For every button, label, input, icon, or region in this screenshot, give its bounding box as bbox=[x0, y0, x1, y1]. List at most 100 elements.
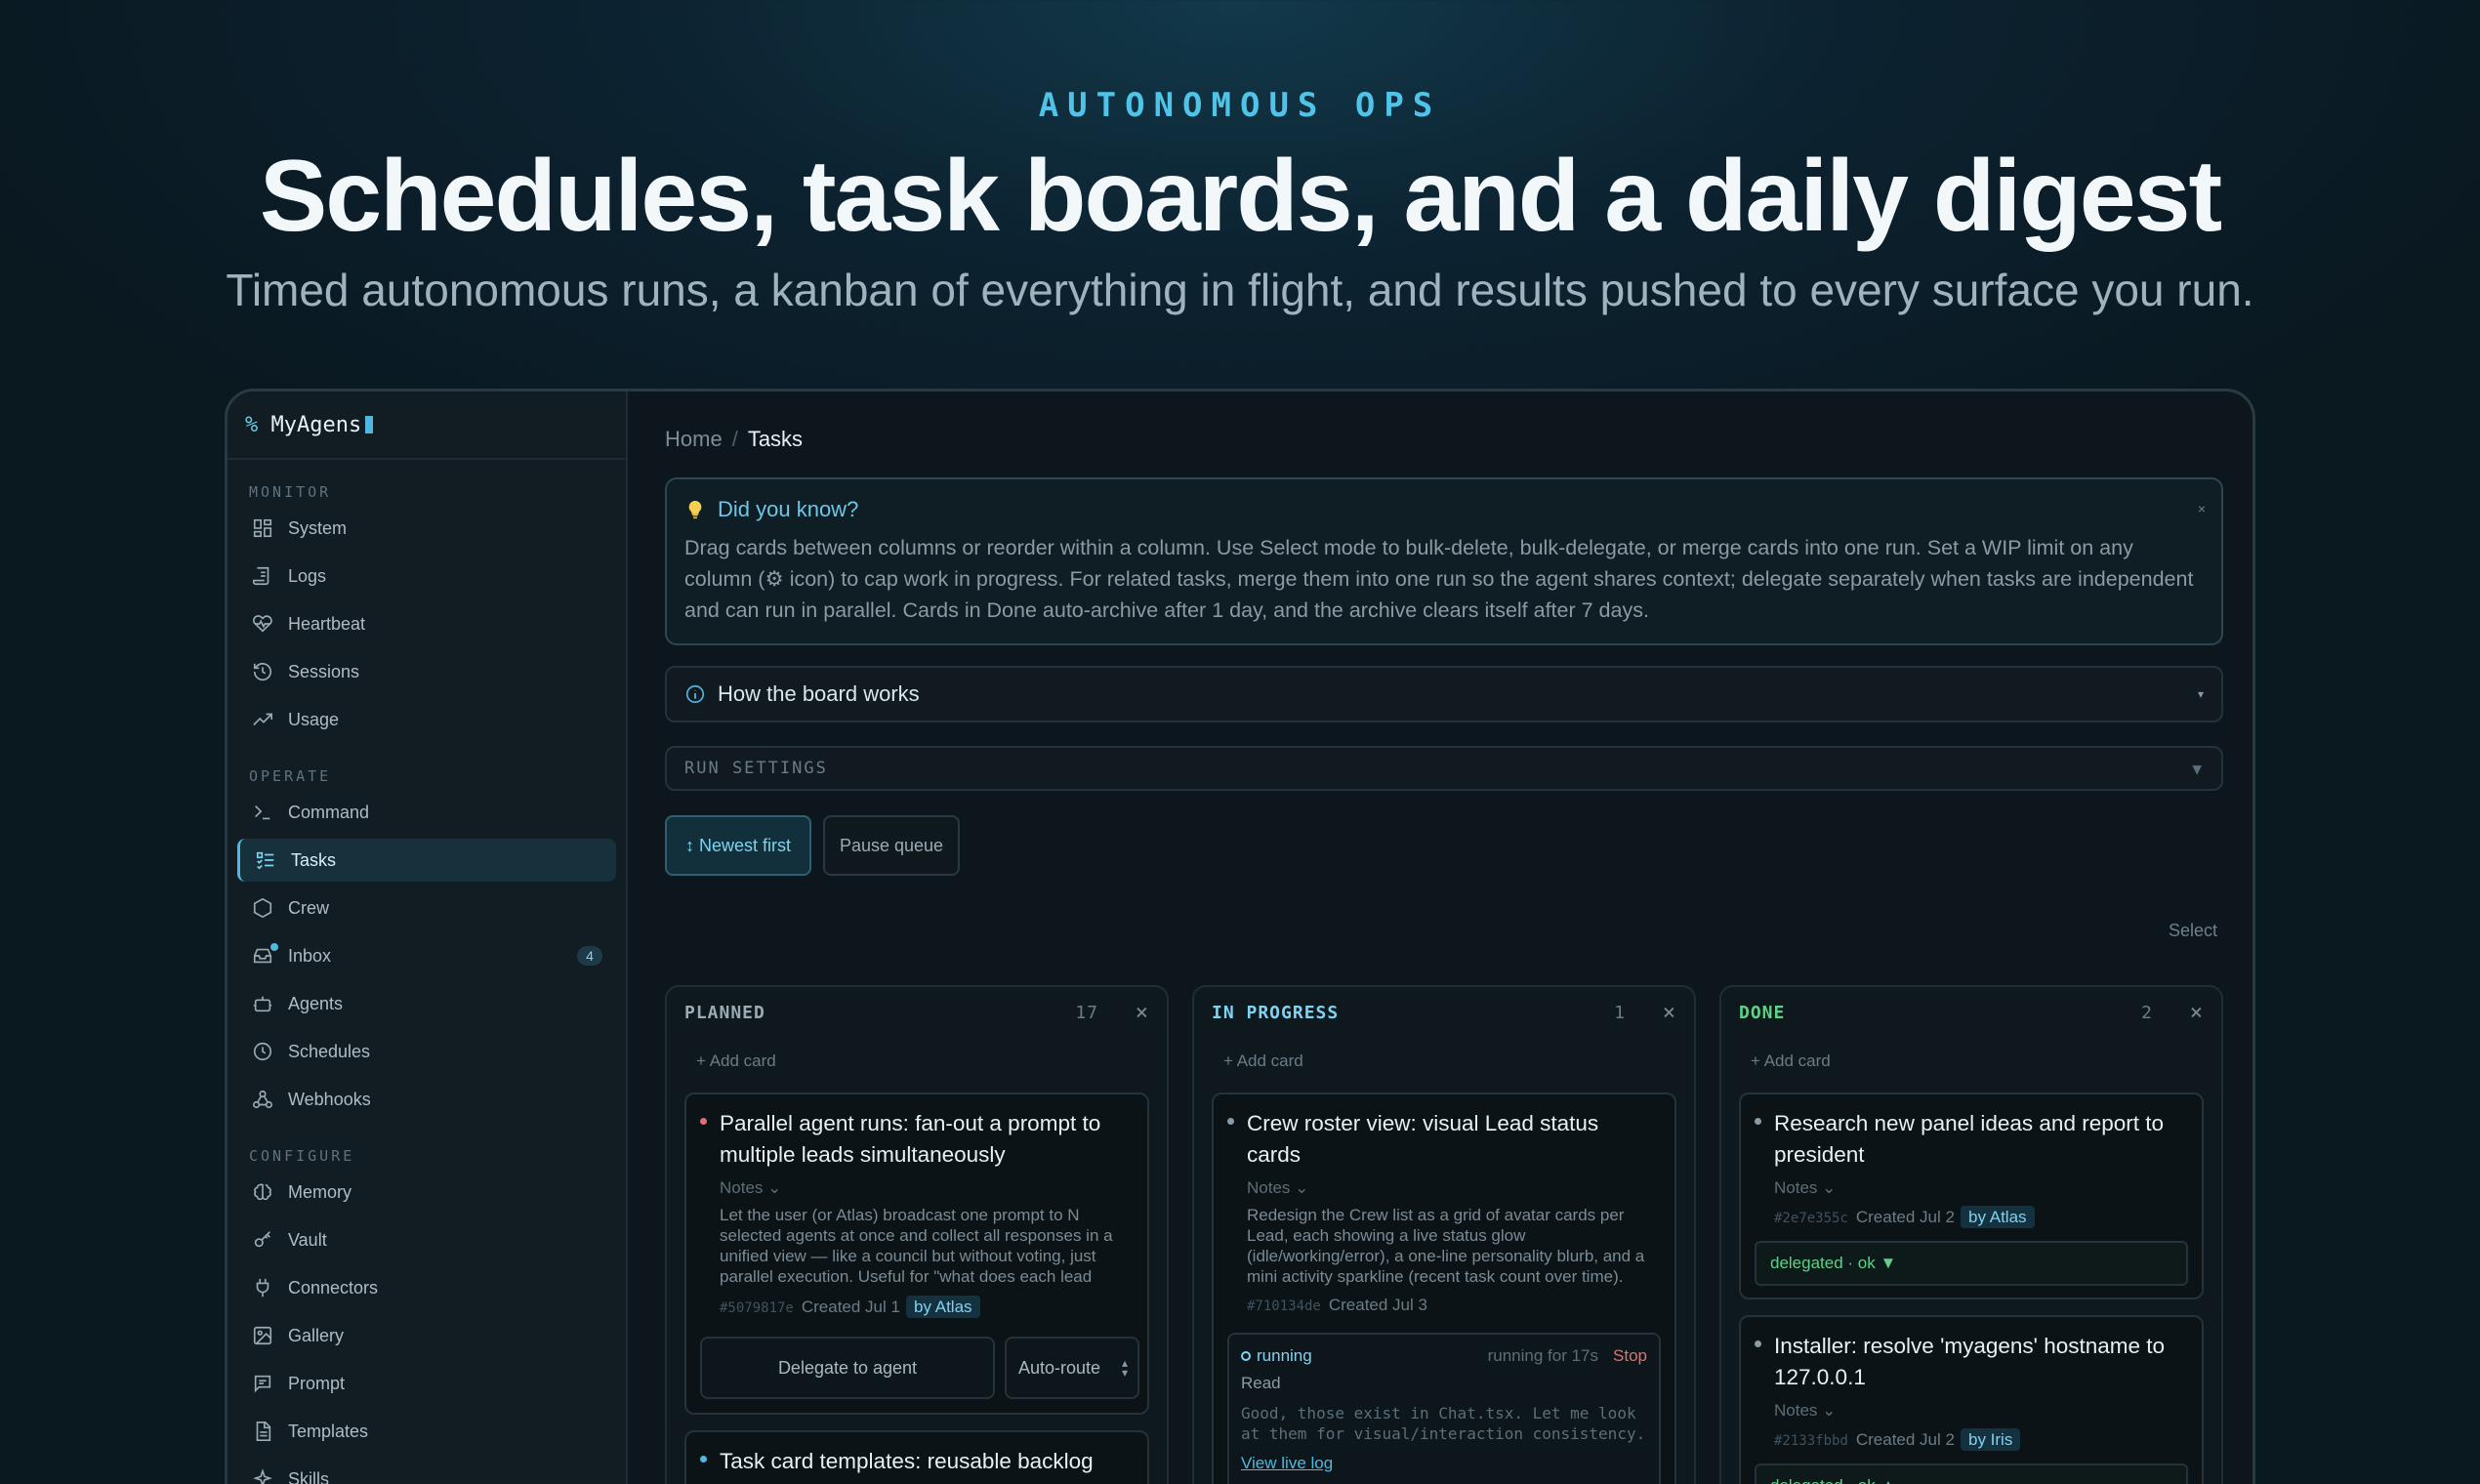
sidebar-item-heartbeat[interactable]: Heartbeat bbox=[237, 602, 616, 645]
view-live-log-link[interactable]: View live log bbox=[1241, 1454, 1647, 1473]
sidebar-item-templates[interactable]: Templates bbox=[237, 1410, 616, 1453]
select-arrows-icon: ▴ ▾ bbox=[1121, 1356, 1128, 1380]
sidebar-item-gallery[interactable]: Gallery bbox=[237, 1314, 616, 1357]
brand-name: MyAgens bbox=[270, 413, 362, 437]
run-timer: running for 17s bbox=[1487, 1346, 1598, 1365]
add-card-button[interactable]: + Add card bbox=[696, 1051, 776, 1071]
sidebar-item-vault[interactable]: Vault bbox=[237, 1218, 616, 1261]
close-icon[interactable]: × bbox=[2190, 1001, 2204, 1025]
sidebar-item-usage[interactable]: Usage bbox=[237, 698, 616, 741]
breadcrumb-home[interactable]: Home bbox=[665, 427, 723, 451]
sidebar-item-tasks[interactable]: Tasks bbox=[237, 839, 616, 882]
card-title: Parallel agent runs: fan-out a prompt to… bbox=[720, 1111, 1101, 1167]
stop-button[interactable]: Stop bbox=[1613, 1346, 1647, 1366]
priority-dot bbox=[700, 1456, 707, 1463]
task-card[interactable]: Crew roster view: visual Lead status car… bbox=[1212, 1092, 1676, 1484]
priority-dot bbox=[700, 1118, 707, 1125]
select-mode-button[interactable]: Select bbox=[2169, 921, 2217, 941]
add-card-button[interactable]: + Add card bbox=[1751, 1051, 1831, 1071]
sidebar-item-webhooks[interactable]: Webhooks bbox=[237, 1078, 616, 1121]
sort-newest-button[interactable]: ↕ Newest first bbox=[665, 815, 811, 876]
webhook-icon bbox=[251, 1088, 274, 1111]
status-dot bbox=[1755, 1118, 1761, 1125]
card-id: #5079817e bbox=[720, 1300, 794, 1316]
delegated-status-pill[interactable]: delegated · ok ▼ bbox=[1755, 1241, 2188, 1286]
sidebar-item-label: Usage bbox=[288, 709, 340, 729]
cursor-mark bbox=[365, 416, 374, 433]
sidebar-item-memory[interactable]: Memory bbox=[237, 1171, 616, 1214]
sidebar-item-sessions[interactable]: Sessions bbox=[237, 650, 616, 693]
task-card[interactable]: Installer: resolve 'myagens' hostname to… bbox=[1739, 1315, 2204, 1484]
sidebar-item-schedules[interactable]: Schedules bbox=[237, 1030, 616, 1073]
sidebar-item-label: Crew bbox=[288, 897, 330, 918]
card-description: Redesign the Crew list as a grid of avat… bbox=[1247, 1206, 1645, 1286]
sidebar-item-label: Templates bbox=[288, 1421, 369, 1441]
task-card[interactable]: Parallel agent runs: fan-out a prompt to… bbox=[684, 1092, 1149, 1415]
card-created: Created Jul 2 bbox=[1855, 1430, 1955, 1449]
task-card[interactable]: Research new panel ideas and report to p… bbox=[1739, 1092, 2204, 1299]
sidebar-item-skills[interactable]: Skills bbox=[237, 1458, 616, 1484]
author-tag: by Iris bbox=[1960, 1428, 2021, 1451]
route-select[interactable]: Auto-route ▴ ▾ bbox=[1005, 1337, 1139, 1399]
main-panel: Home / Tasks Did you know? Drag cards betw… bbox=[628, 392, 2253, 1484]
close-icon[interactable]: × bbox=[1663, 1001, 1676, 1025]
chevron-down-icon: ▾ bbox=[2197, 687, 2204, 701]
hero-subhead: Timed autonomous runs, a kanban of every… bbox=[226, 265, 2254, 315]
author-tag: by Atlas bbox=[1960, 1206, 2035, 1228]
author-tag: by Atlas bbox=[905, 1296, 980, 1318]
history-icon bbox=[251, 660, 274, 683]
run-log-text: Good, those exist in Chat.tsx. Let me lo… bbox=[1241, 1404, 1646, 1443]
sidebar-item-connectors[interactable]: Connectors bbox=[237, 1266, 616, 1309]
sidebar-item-inbox[interactable]: Inbox 4 bbox=[237, 934, 616, 977]
chevron-down-icon: ▼ bbox=[2192, 759, 2204, 778]
run-status-box: running running for 17s Stop Read Good, … bbox=[1227, 1333, 1661, 1484]
notes-toggle[interactable]: Notes ⌄ bbox=[1247, 1178, 1308, 1198]
sidebar-item-agents[interactable]: Agents bbox=[237, 982, 616, 1025]
column-header: PLANNED 17 × bbox=[684, 1001, 1149, 1032]
file-icon bbox=[251, 1420, 274, 1443]
sidebar-item-label: Memory bbox=[288, 1181, 352, 1202]
column-count: 17 bbox=[1075, 1003, 1098, 1023]
delegate-button[interactable]: Delegate to agent bbox=[700, 1337, 995, 1399]
sidebar-item-label: Heartbeat bbox=[288, 613, 366, 634]
column-in-progress: IN PROGRESS 1 × + Add card Crew roster v… bbox=[1192, 985, 1696, 1484]
how-board-accordion[interactable]: How the board works ▾ bbox=[665, 666, 2223, 722]
sidebar-item-label: Webhooks bbox=[288, 1089, 371, 1109]
status-dot bbox=[1755, 1340, 1761, 1347]
sidebar-item-prompt[interactable]: Prompt bbox=[237, 1362, 616, 1405]
bot-icon bbox=[251, 992, 274, 1015]
sparkle-icon bbox=[251, 1467, 274, 1484]
column-planned: PLANNED 17 × + Add card Parallel agent r… bbox=[665, 985, 1169, 1484]
brand[interactable]: % MyAgens bbox=[227, 392, 626, 460]
sidebar-item-crew[interactable]: Crew bbox=[237, 886, 616, 929]
close-icon[interactable]: × bbox=[1136, 1001, 1149, 1025]
grid-icon bbox=[251, 516, 274, 540]
notes-toggle[interactable]: Notes ⌄ bbox=[1774, 1178, 1836, 1198]
breadcrumb-separator: / bbox=[731, 427, 738, 451]
close-icon[interactable]: × bbox=[2198, 501, 2206, 516]
task-card[interactable]: Task card templates: reusable backlog ca… bbox=[684, 1430, 1149, 1484]
sidebar-item-command[interactable]: Command bbox=[237, 791, 616, 834]
add-card-button[interactable]: + Add card bbox=[1223, 1051, 1303, 1071]
card-description: Let the user (or Atlas) broadcast one pr… bbox=[720, 1206, 1113, 1286]
notes-toggle[interactable]: Notes ⌄ bbox=[720, 1178, 781, 1198]
clock-icon bbox=[251, 1040, 274, 1063]
card-meta: #2e7e355c Created Jul 2 by Atlas bbox=[1774, 1206, 2035, 1228]
run-settings-accordion[interactable]: RUN SETTINGS ▼ bbox=[665, 746, 2223, 791]
column-count: 2 bbox=[2141, 1003, 2153, 1023]
sidebar-item-system[interactable]: System bbox=[237, 507, 616, 550]
tip-panel: Did you know? Drag cards between columns… bbox=[665, 477, 2223, 645]
card-created: Created Jul 1 bbox=[801, 1298, 900, 1316]
delegated-status-pill[interactable]: delegated · ok ▲ bbox=[1755, 1463, 2188, 1484]
section-configure: CONFIGURE bbox=[249, 1147, 355, 1165]
inbox-count-badge: 4 bbox=[577, 946, 602, 966]
message-icon bbox=[251, 1372, 274, 1395]
sidebar-item-logs[interactable]: Logs bbox=[237, 555, 616, 598]
column-done: DONE 2 × + Add card Research new panel i… bbox=[1719, 985, 2223, 1484]
pause-queue-button[interactable]: Pause queue bbox=[823, 815, 960, 876]
notes-toggle[interactable]: Notes ⌄ bbox=[1774, 1401, 1836, 1421]
sidebar: % MyAgens MONITOR System Logs Heartbeat … bbox=[227, 392, 628, 1484]
column-header: DONE 2 × bbox=[1739, 1001, 2204, 1032]
sidebar-item-label: Schedules bbox=[288, 1041, 371, 1061]
tip-title-row: Did you know? bbox=[684, 497, 2204, 522]
